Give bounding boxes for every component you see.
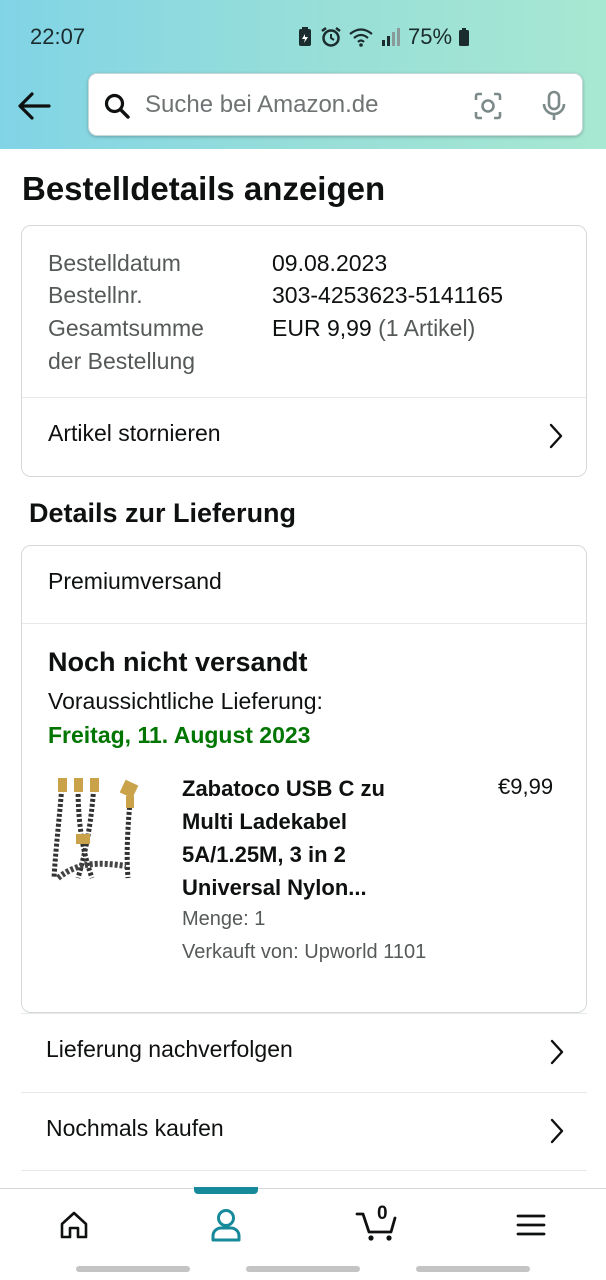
nav-home[interactable] [34,1189,114,1261]
cancel-items-button[interactable]: Artikel stornieren [22,398,586,476]
search-input[interactable] [145,74,465,135]
order-total-label-line1: Gesamtsumme [48,315,204,341]
track-delivery-button[interactable]: Lieferung nachverfolgen [21,1013,587,1091]
search-icon [103,92,131,125]
menu-icon [516,1214,546,1236]
order-item-count: (1 Artikel) [378,315,476,341]
search-bar[interactable] [88,73,583,136]
active-tab-indicator [194,1187,258,1194]
product-quantity: Menge: 1 [182,908,266,930]
cancel-items-label: Artikel stornieren [48,420,221,446]
divider [22,623,586,624]
chevron-right-icon [549,1117,565,1150]
arrow-left-icon [18,92,51,120]
page-title: Bestelldetails anzeigen [22,170,386,207]
shipping-status: Noch nicht versandt [48,647,308,677]
order-number-value: 303-4253623-5141165 [272,282,504,308]
status-icons: 75% [296,24,470,50]
wifi-icon [348,26,374,48]
camera-search-icon[interactable] [473,91,503,126]
nav-menu[interactable] [491,1189,571,1261]
nav-cart[interactable]: 0 [337,1189,417,1261]
gesture-bar [76,1266,190,1272]
delivery-card: Premiumversand Noch nicht versandt Vorau… [21,545,587,1013]
order-total-label-line2: der Bestellung [48,347,196,374]
list-row-partial [21,1170,587,1188]
product-price: €9,99 [498,774,554,799]
shipping-type: Premiumversand [48,568,222,594]
status-time: 22:07 [30,24,86,49]
eta-label: Voraussichtliche Lieferung: [48,688,323,714]
battery-percent: 75% [408,24,453,49]
alarm-icon [320,26,342,48]
back-button[interactable] [14,86,54,126]
order-summary-card: Bestelldatum 09.08.2023 Bestellnr. 303-4… [21,225,587,477]
app-header: 22:07 75% [0,0,606,149]
product-title[interactable]: Zabatoco USB C zu Multi Ladekabel 5A/1.2… [182,772,422,904]
chevron-right-icon [549,1038,565,1071]
order-total-value: EUR 9,99 (1 Artikel) [272,312,475,345]
eta-date: Freitag, 11. August 2023 [48,722,311,748]
signal-icon [380,26,400,48]
track-delivery-label: Lieferung nachverfolgen [46,1036,293,1062]
order-total-amount: EUR 9,99 [272,315,372,341]
order-date-label: Bestelldatum [48,250,181,276]
cart-count-badge: 0 [377,1203,388,1224]
home-icon [60,1211,88,1239]
gesture-bar [246,1266,360,1272]
battery-saver-icon [296,26,314,48]
buy-again-label: Nochmals kaufen [46,1115,224,1141]
order-total-label: Gesamtsumme der Bestellung [48,312,204,377]
bottom-navigation: 0 [0,1188,606,1260]
account-icon [211,1209,241,1242]
order-number-label: Bestellnr. [48,282,143,308]
microphone-icon[interactable] [541,90,567,127]
order-date-value: 09.08.2023 [272,250,388,276]
chevron-right-icon [548,422,564,455]
battery-icon [458,26,470,48]
gesture-bar [416,1266,530,1272]
product-seller: Verkauft von: Upworld 1101 [182,941,427,963]
delivery-section-title: Details zur Lieferung [29,498,297,528]
product-image[interactable] [48,774,156,882]
buy-again-button[interactable]: Nochmals kaufen [21,1092,587,1170]
nav-account[interactable] [186,1189,266,1261]
